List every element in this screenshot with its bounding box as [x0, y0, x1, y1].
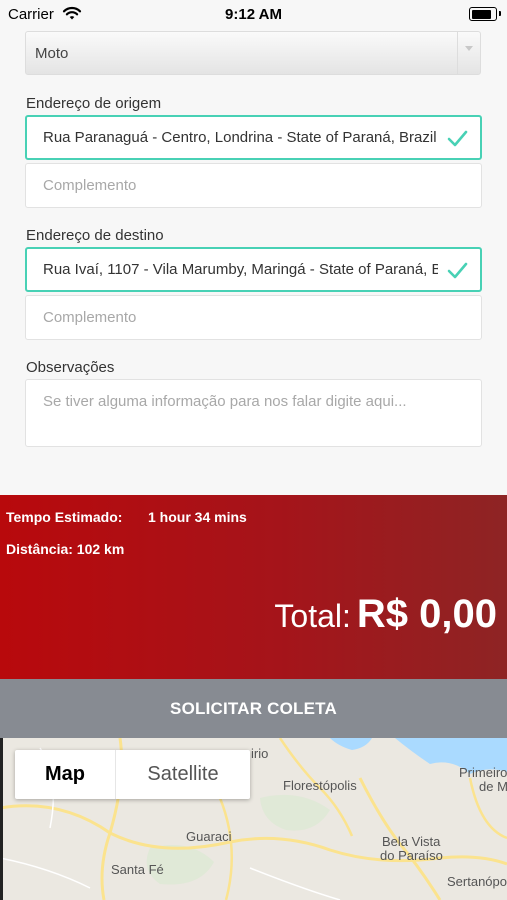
status-bar: Carrier 9:12 AM: [0, 0, 507, 28]
route-summary-panel: Tempo Estimado: 1 hour 34 mins Distância…: [0, 495, 507, 679]
map-place-label: de Maio: [479, 779, 507, 794]
origin-complement-input[interactable]: Complemento: [25, 163, 482, 208]
destination-address-input[interactable]: Rua Ivaí, 1107 - Vila Marumby, Maringá -…: [25, 247, 482, 292]
map-place-label: Sertanópo: [447, 874, 507, 889]
notes-label: Observações: [26, 359, 115, 376]
distance-value: Distância: 102 km: [6, 541, 125, 557]
total-price: Total: R$ 0,00: [274, 592, 497, 637]
estimated-time-value: 1 hour 34 mins: [148, 509, 247, 525]
destination-complement-input[interactable]: Complemento: [25, 295, 482, 340]
origin-address-input[interactable]: Rua Paranaguá - Centro, Londrina - State…: [25, 115, 482, 160]
map-type-map-button[interactable]: Map: [15, 750, 116, 799]
map-place-label: irio: [251, 746, 269, 761]
check-icon: [447, 262, 468, 279]
origin-label: Endereço de origem: [26, 95, 162, 112]
total-value: R$ 0,00: [356, 592, 497, 636]
map-type-control: Map Satellite: [15, 750, 250, 799]
check-icon: [447, 130, 468, 147]
destination-complement-placeholder: Complemento: [43, 309, 137, 326]
estimated-time-label: Tempo Estimado:: [6, 509, 123, 525]
map-place-label: Florestópolis: [283, 778, 357, 793]
clock: 9:12 AM: [225, 6, 282, 23]
map-place-label: Bela Vista: [382, 834, 441, 849]
battery-icon: [469, 7, 501, 21]
request-pickup-button[interactable]: SOLICITAR COLETA: [0, 679, 507, 738]
map-view[interactable]: irio Florestópolis Primeiro de Maio Guar…: [0, 738, 507, 900]
vehicle-select[interactable]: Moto: [25, 31, 481, 75]
origin-complement-placeholder: Complemento: [43, 177, 137, 194]
vehicle-select-value: Moto: [35, 45, 69, 62]
map-place-label: Primeiro: [459, 765, 507, 780]
map-place-label: do Paraíso: [380, 848, 443, 863]
notes-placeholder: Se tiver alguma informação para nos fala…: [43, 393, 407, 410]
chevron-down-icon: [457, 32, 480, 74]
destination-address-value: Rua Ivaí, 1107 - Vila Marumby, Maringá -…: [43, 261, 438, 278]
total-label: Total:: [274, 598, 351, 634]
map-type-satellite-button[interactable]: Satellite: [116, 750, 250, 799]
map-place-label: Guaraci: [186, 829, 232, 844]
origin-address-value: Rua Paranaguá - Centro, Londrina - State…: [43, 129, 437, 146]
map-place-label: Santa Fé: [111, 862, 164, 877]
notes-textarea[interactable]: Se tiver alguma informação para nos fala…: [25, 379, 482, 447]
destination-label: Endereço de destino: [26, 227, 164, 244]
